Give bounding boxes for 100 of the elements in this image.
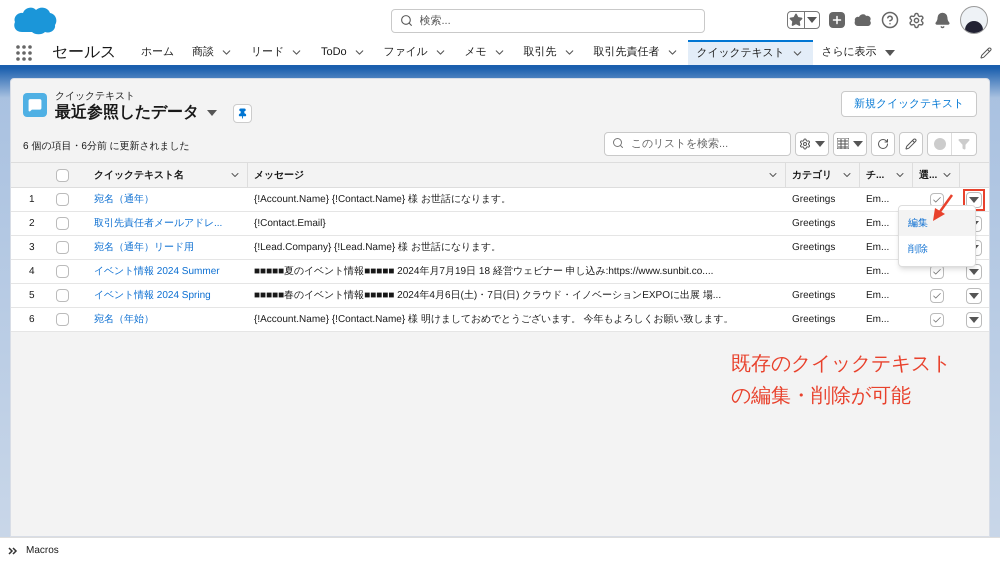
- quick-text-name-link[interactable]: 宛名（通年）: [88, 192, 248, 207]
- caret-icon: [969, 268, 979, 274]
- gear-icon: [799, 138, 811, 150]
- menu-item[interactable]: 削除: [899, 236, 975, 262]
- caret-icon: [853, 140, 863, 146]
- table-icon: [837, 138, 849, 149]
- nav-tab[interactable]: 商談: [183, 40, 242, 65]
- category-cell: Greetings: [792, 314, 836, 325]
- row-checkbox[interactable]: [56, 241, 69, 254]
- row-number: 4: [28, 265, 36, 279]
- message-cell-text: {!Lead.Company} {!Lead.Name} 様 お世話になります。: [253, 240, 502, 255]
- channel-cell: Em...: [866, 314, 890, 325]
- pin-icon: [237, 108, 248, 118]
- quick-text-name-link[interactable]: 宛名（通年）リード用: [88, 240, 248, 255]
- avatar[interactable]: [960, 6, 988, 34]
- favorites-button[interactable]: [787, 11, 820, 29]
- list-search-field[interactable]: このリストを検索...: [604, 132, 791, 156]
- nav-tab[interactable]: ホーム: [132, 40, 183, 65]
- caret-icon: [969, 196, 979, 202]
- nav-tab[interactable]: 取引先: [514, 40, 585, 65]
- list-status: 6 個の項目・6分前 に更新されました: [23, 140, 190, 154]
- row-checkbox[interactable]: [56, 313, 69, 326]
- quick-text-name-link[interactable]: 取引先責任者メールアドレ...: [88, 216, 248, 231]
- quick-text-name-link[interactable]: 宛名（年始）: [88, 312, 248, 327]
- edit-button[interactable]: [899, 132, 923, 156]
- pin-button[interactable]: [233, 104, 252, 122]
- filter-icon: [958, 138, 970, 150]
- column-header[interactable]: クイックテキスト名: [88, 163, 248, 187]
- app-name: セールス: [52, 42, 116, 62]
- pencil-icon: [905, 138, 917, 150]
- nav-tab[interactable]: 取引先責任者: [584, 40, 688, 65]
- nav-tab[interactable]: ToDo: [312, 40, 375, 65]
- message-cell-text: ■■■■■春のイベント情報■■■■■ 2024年4月6日(土)・7日(日) クラウド・イノベーションEXPOに出展 場...: [253, 288, 722, 303]
- quick-text-name-link[interactable]: イベント情報 2024 Spring: [88, 288, 248, 303]
- channel-cell: Em...: [866, 290, 890, 301]
- row-number: 1: [28, 193, 36, 207]
- message-cell-text: {!Account.Name} {!Contact.Name} 様 明けましておめでとうございます。 今年もよろしくお願い致します。: [253, 312, 735, 327]
- settings-menu-button[interactable]: [795, 132, 829, 156]
- add-button[interactable]: [829, 12, 845, 28]
- plus-icon: [831, 14, 843, 26]
- app-launcher-icon[interactable]: [16, 44, 32, 60]
- message-cell-text: {!Account.Name} {!Contact.Name} 様 お世話になります。: [253, 192, 512, 207]
- refresh-icon: [877, 138, 889, 150]
- caret-icon: [884, 50, 895, 56]
- select-all-checkbox[interactable]: [56, 168, 69, 182]
- caret-icon: [969, 316, 979, 322]
- menu-item[interactable]: 編集: [899, 210, 975, 236]
- nav-tab[interactable]: リード: [242, 40, 312, 65]
- row-checkbox[interactable]: [56, 289, 69, 302]
- annotation-text: の編集・削除が可能: [731, 384, 912, 409]
- row-number: 2: [28, 217, 36, 231]
- row-actions-button[interactable]: [966, 312, 982, 328]
- caret-icon: [815, 140, 825, 146]
- row-actions-button[interactable]: [966, 288, 982, 304]
- row-number: 3: [28, 241, 36, 255]
- message-cell-text: {!Contact.Email}: [253, 217, 327, 231]
- macros-button[interactable]: Macros: [26, 543, 59, 558]
- annotation-text: 既存のクイックテキスト: [731, 352, 952, 377]
- cloud-icon[interactable]: [854, 13, 872, 27]
- column-header[interactable]: 選...: [913, 163, 960, 187]
- category-cell: Greetings: [792, 242, 836, 253]
- row-checkbox[interactable]: [56, 265, 69, 278]
- pencil-icon[interactable]: [980, 46, 992, 58]
- global-search-field[interactable]: 検索...: [390, 8, 704, 32]
- channel-cell: Em...: [866, 266, 890, 277]
- column-header[interactable]: メッセージ: [248, 163, 786, 187]
- chevrons-icon: [8, 546, 18, 554]
- category-cell: Greetings: [792, 218, 836, 229]
- bell-icon[interactable]: [934, 12, 951, 28]
- nav-tab[interactable]: クイックテキスト: [688, 40, 813, 65]
- new-quick-text-button[interactable]: 新規クイックテキスト: [841, 91, 977, 117]
- channel-cell: Em...: [866, 242, 890, 253]
- pointer-arrow: [931, 194, 955, 222]
- display-as-button[interactable]: [833, 132, 867, 156]
- more-tab[interactable]: さらに表示: [812, 40, 904, 65]
- settings-icon[interactable]: [908, 12, 925, 28]
- star-icon: [789, 13, 803, 27]
- row-number: 6: [28, 313, 36, 327]
- row-checkbox[interactable]: [56, 217, 69, 230]
- nav-tab[interactable]: メモ: [456, 40, 515, 65]
- row-actions-button[interactable]: [966, 192, 982, 208]
- row-checkbox[interactable]: [56, 193, 69, 206]
- chat-bubble-icon: [28, 98, 42, 112]
- help-icon[interactable]: [881, 11, 899, 29]
- column-header[interactable]: チ...: [860, 163, 913, 187]
- column-header[interactable]: カテゴリ: [786, 163, 860, 187]
- list-view-title[interactable]: 最近参照したデータ: [55, 103, 199, 123]
- category-cell: Greetings: [792, 290, 836, 301]
- quick-text-name-link[interactable]: イベント情報 2024 Summer: [88, 264, 248, 279]
- message-cell-text: ■■■■■夏のイベント情報■■■■■ 2024年月7月19日 18 経営ウェビナー 申し込み:https://www.sunbit.co....: [253, 264, 714, 279]
- category-cell: Greetings: [792, 194, 836, 205]
- search-icon: [400, 14, 412, 26]
- refresh-button[interactable]: [871, 132, 895, 156]
- channel-cell: Em...: [866, 194, 890, 205]
- caret-icon: [969, 292, 979, 298]
- object-label: クイックテキスト: [55, 91, 136, 103]
- nav-tab[interactable]: ファイル: [374, 40, 456, 65]
- row-number: 5: [28, 289, 36, 303]
- pie-chart-icon: [934, 138, 946, 150]
- list-view-caret-icon: [207, 110, 217, 116]
